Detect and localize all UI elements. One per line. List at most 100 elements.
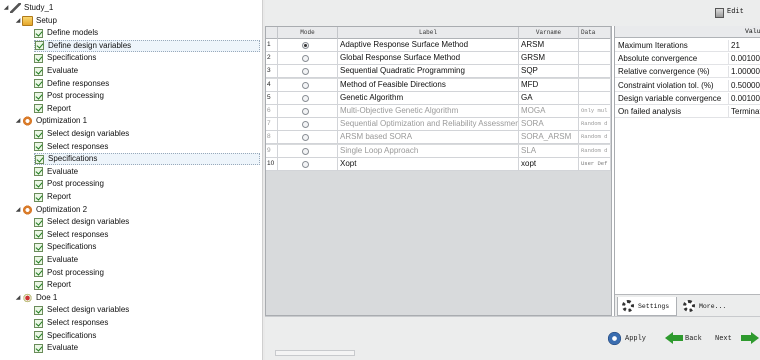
checkbox-icon[interactable] — [35, 154, 44, 164]
edit-button[interactable]: Edit — [715, 6, 755, 20]
tree-root-study[interactable]: ◢ Study_1 — [2, 2, 53, 14]
settings-row[interactable]: Absolute convergence 0.001000 — [615, 52, 760, 66]
tree-item[interactable]: Evaluate — [34, 65, 78, 77]
setting-key: Maximum Iterations — [618, 41, 688, 50]
mode-radio[interactable] — [302, 42, 309, 49]
tree-item[interactable]: Evaluate — [34, 166, 78, 178]
column-header-varname[interactable]: Varname — [519, 27, 579, 39]
tree-item[interactable]: Evaluate — [34, 342, 78, 354]
tree-item[interactable]: Define models — [34, 27, 98, 39]
tree-item[interactable]: Evaluate — [34, 254, 78, 266]
table-row[interactable]: 3 Sequential Quadratic Programming SQP — [266, 65, 611, 79]
tree-item[interactable]: Specifications — [34, 153, 260, 166]
mode-cell — [278, 65, 338, 78]
tree-item[interactable]: Select design variables — [34, 128, 129, 140]
collapse-arrow-icon[interactable]: ◢ — [14, 292, 22, 304]
checkbox-icon[interactable] — [34, 318, 43, 328]
tab-more[interactable]: More... — [679, 297, 739, 316]
tree-item[interactable]: Report — [34, 279, 71, 291]
back-button[interactable]: Back — [665, 330, 702, 348]
settings-row[interactable]: Maximum Iterations 21 — [615, 39, 760, 52]
mode-radio[interactable] — [302, 55, 309, 63]
checkbox-icon[interactable] — [34, 28, 43, 38]
horizontal-scrollbar[interactable] — [275, 350, 355, 356]
tree-item[interactable]: Post processing — [34, 178, 104, 190]
checkbox-icon[interactable] — [34, 192, 43, 202]
checkbox-icon[interactable] — [34, 129, 43, 139]
tree-item-label: Post processing — [47, 179, 104, 189]
setting-value[interactable]: 0.001000 — [728, 53, 760, 66]
next-button[interactable]: Next — [715, 330, 759, 348]
collapse-arrow-icon[interactable]: ◢ — [14, 115, 22, 127]
table-row[interactable]: 4 Method of Feasible Directions MFD — [266, 78, 611, 92]
tree-item[interactable]: Define design variables — [34, 39, 260, 52]
mode-cell — [278, 157, 338, 170]
tree-item[interactable]: Report — [34, 191, 71, 203]
tree-group-optimization-1[interactable]: ◢ Optimization 1 — [14, 115, 87, 127]
collapse-arrow-icon[interactable]: ◢ — [14, 15, 22, 27]
checkbox-icon[interactable] — [35, 41, 44, 51]
checkbox-icon[interactable] — [34, 217, 43, 227]
checkbox-icon[interactable] — [34, 53, 43, 63]
tree-item-label: Report — [47, 103, 72, 113]
tree-item[interactable]: Select responses — [34, 317, 108, 329]
tree-item[interactable]: Select design variables — [34, 304, 129, 316]
checkbox-icon[interactable] — [34, 343, 43, 353]
tree-item[interactable]: Select responses — [34, 229, 108, 241]
checkbox-icon[interactable] — [34, 331, 43, 341]
checkbox-icon[interactable] — [34, 142, 43, 152]
column-header-data[interactable]: Data — [579, 27, 611, 39]
mode-radio[interactable] — [302, 160, 309, 168]
table-row[interactable]: 10 Xopt xopt User Def — [266, 157, 611, 171]
settings-row[interactable]: Relative convergence (%) 1.000000 — [615, 65, 760, 79]
mode-cell — [278, 52, 338, 65]
checkbox-icon[interactable] — [34, 104, 43, 114]
mode-cell — [278, 131, 338, 144]
apply-icon — [607, 331, 622, 346]
tree-item[interactable]: Specifications — [34, 330, 96, 342]
tree-item[interactable]: Post processing — [34, 90, 104, 102]
tree-item[interactable]: Define responses — [34, 78, 109, 90]
tree-group-optimization-2[interactable]: ◢ Optimization 2 — [14, 204, 87, 216]
tree-item[interactable]: Post processing — [34, 267, 104, 279]
tree-item[interactable]: Specifications — [34, 241, 96, 253]
settings-row[interactable]: Constraint violation tol. (%) 0.500000 — [615, 79, 760, 92]
tree-group-setup[interactable]: ◢ Setup — [14, 15, 57, 27]
checkbox-icon[interactable] — [34, 268, 43, 278]
column-header-label[interactable]: Label — [338, 27, 519, 39]
checkbox-icon[interactable] — [34, 91, 43, 101]
label-cell: Sequential Optimization and Reliability … — [340, 118, 519, 131]
tree-item[interactable]: Select responses — [34, 141, 108, 153]
setting-value[interactable]: 0.500000 — [728, 79, 760, 92]
mode-radio[interactable] — [302, 81, 309, 89]
tab-settings[interactable]: Settings — [617, 297, 677, 316]
setting-value[interactable]: Terminate — [728, 106, 760, 118]
mode-radio[interactable] — [302, 94, 309, 102]
table-row[interactable]: 1 Adaptive Response Surface Method ARSM — [266, 39, 611, 52]
collapse-arrow-icon[interactable]: ◢ — [14, 204, 22, 216]
settings-row[interactable]: Design variable convergence 0.001000 — [615, 92, 760, 105]
settings-row[interactable]: On failed analysis Terminate — [615, 105, 760, 118]
checkbox-icon[interactable] — [34, 79, 43, 89]
tree-item[interactable]: Report — [34, 103, 71, 115]
setting-value[interactable]: 21 — [728, 40, 760, 52]
checkbox-icon[interactable] — [34, 305, 43, 315]
table-row[interactable]: 2 Global Response Surface Method GRSM — [266, 52, 611, 66]
tree-group-doe-1[interactable]: ◢ Doe 1 — [14, 292, 57, 304]
setting-value[interactable]: 0.001000 — [728, 92, 760, 105]
checkbox-icon[interactable] — [34, 280, 43, 290]
checkbox-icon[interactable] — [34, 179, 43, 189]
mode-radio[interactable] — [302, 68, 309, 76]
table-row[interactable]: 5 Genetic Algorithm GA — [266, 91, 611, 105]
checkbox-icon[interactable] — [34, 66, 43, 76]
checkbox-icon[interactable] — [34, 242, 43, 252]
tree-item[interactable]: Specifications — [34, 52, 96, 64]
checkbox-icon[interactable] — [34, 230, 43, 240]
column-header-mode[interactable]: Mode — [278, 27, 338, 39]
checkbox-icon[interactable] — [34, 255, 43, 265]
setting-value[interactable]: 1.000000 — [728, 66, 760, 79]
apply-button[interactable]: Apply — [607, 330, 646, 348]
tree-item[interactable]: Select design variables — [34, 216, 129, 228]
checkbox-icon[interactable] — [34, 167, 43, 177]
collapse-arrow-icon[interactable]: ◢ — [2, 2, 10, 14]
